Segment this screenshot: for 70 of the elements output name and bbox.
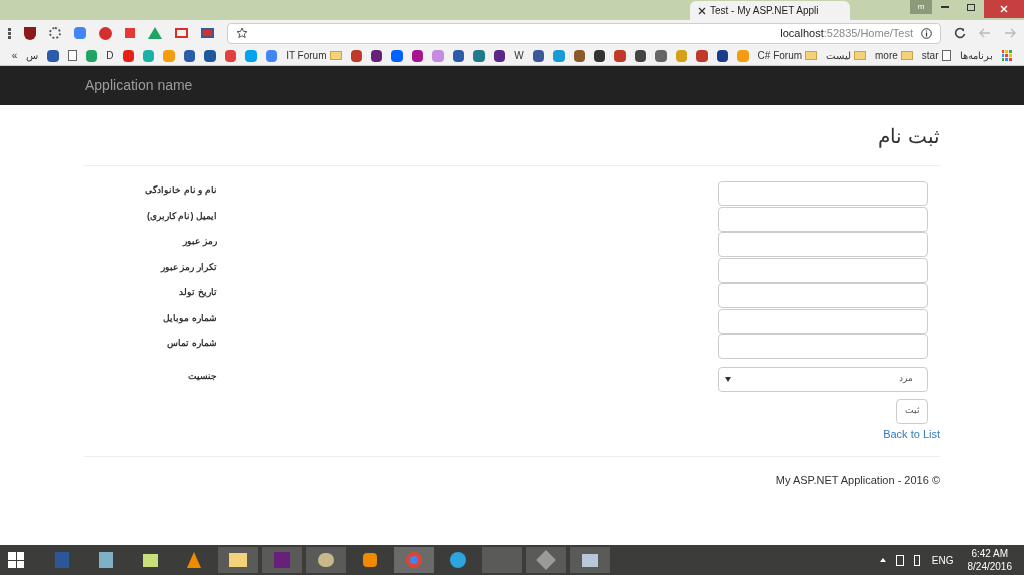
bookmark[interactable]: W xyxy=(514,48,524,63)
bookmark-icon[interactable] xyxy=(411,49,424,62)
windows-logo-icon[interactable] xyxy=(8,552,24,568)
clock-time: 6:42 AM xyxy=(971,547,1009,560)
bookmark-icon[interactable] xyxy=(493,49,506,62)
battery-icon[interactable] xyxy=(913,554,920,566)
close-icon xyxy=(1000,5,1008,13)
footer-text: My ASP.NET Application - 2016 © xyxy=(775,473,940,488)
bookmark-icon[interactable] xyxy=(350,49,362,62)
bookmark[interactable]: لیست xyxy=(826,48,852,63)
bookmark-icon[interactable] xyxy=(183,49,196,62)
page-heading: ثبت نام xyxy=(878,124,940,150)
clock-date: 8/24/2016 xyxy=(967,560,1012,573)
bookmark-icon[interactable] xyxy=(593,49,606,62)
bookmark-icon[interactable] xyxy=(573,49,585,62)
field-label: شماره موبایل xyxy=(162,311,217,325)
bookmark[interactable]: س xyxy=(26,48,39,63)
tab-title: Test - My ASP.NET Appli xyxy=(710,4,819,18)
bookmark[interactable]: « xyxy=(11,48,18,63)
tablet-icon[interactable] xyxy=(895,554,904,566)
bookmark[interactable]: star xyxy=(921,48,939,63)
text-input[interactable] xyxy=(718,232,928,257)
tray-arrow-icon[interactable] xyxy=(879,558,886,562)
browser-tab[interactable]: Test - My ASP.NET Appli xyxy=(690,1,850,20)
page-icon[interactable] xyxy=(67,50,77,61)
bookmark-icon[interactable] xyxy=(532,49,545,62)
url-text: localhost:52835/Home/Test xyxy=(780,25,913,41)
bookmark-icon[interactable] xyxy=(452,49,465,62)
field-label: جنسیت xyxy=(187,369,217,383)
apps-grid-icon[interactable] xyxy=(1001,50,1012,61)
gender-select[interactable]: مرد xyxy=(718,366,928,392)
bookmark[interactable]: IT Forum xyxy=(286,48,327,63)
bookmark-icon[interactable] xyxy=(614,49,626,62)
back-to-list-link[interactable]: Back to List xyxy=(883,425,940,442)
field-label: رمز عبور xyxy=(181,235,217,249)
submit-button[interactable]: ثبت xyxy=(896,398,928,424)
bookmark[interactable]: more xyxy=(875,48,898,63)
bookmark-icon[interactable] xyxy=(47,49,59,62)
bookmark[interactable]: C# Forum xyxy=(757,48,803,63)
bookmark[interactable]: برنامه‌ها xyxy=(959,48,993,63)
text-input[interactable] xyxy=(718,257,928,283)
text-input[interactable] xyxy=(718,334,928,359)
bookmark-icon[interactable] xyxy=(655,49,667,62)
info-icon[interactable] xyxy=(921,27,932,39)
field-label: ایمیل (نام کاربری) xyxy=(146,209,217,223)
text-input[interactable] xyxy=(718,308,928,334)
field-label: نام و نام خانوادگی xyxy=(144,184,217,198)
bookmark[interactable]: D xyxy=(106,48,114,63)
text-input[interactable] xyxy=(718,283,928,308)
address-bar[interactable]: localhost:52835/Home/Test xyxy=(227,22,941,44)
brand-link[interactable]: Application name xyxy=(85,75,193,96)
page-icon[interactable] xyxy=(941,50,951,61)
menu-icon[interactable] xyxy=(8,27,11,39)
bookmark-icon[interactable] xyxy=(716,49,729,62)
bookmark-icon[interactable] xyxy=(204,49,216,62)
close-icon[interactable] xyxy=(698,6,706,15)
field-label: شماره تماس xyxy=(166,337,217,351)
bookmark-icon[interactable] xyxy=(370,49,383,62)
select-value: مرد xyxy=(899,372,913,386)
field-label: تکرار رمز عبور xyxy=(159,260,217,274)
shield-icon[interactable] xyxy=(24,26,36,40)
star-icon[interactable] xyxy=(236,27,248,39)
field-label: تاریخ تولد xyxy=(178,286,217,300)
reload-icon[interactable] xyxy=(954,27,966,39)
text-input[interactable] xyxy=(718,206,928,232)
bookmark-icon[interactable] xyxy=(634,49,647,62)
dropdown-caret-icon[interactable] xyxy=(725,376,731,382)
language-indicator[interactable]: ENG xyxy=(931,552,954,568)
bookmark-icon[interactable] xyxy=(696,49,708,62)
text-input[interactable] xyxy=(718,181,928,206)
